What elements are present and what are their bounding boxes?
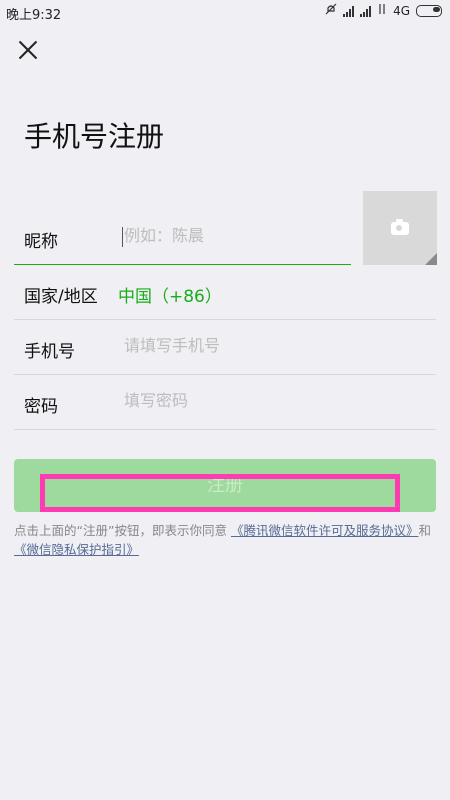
country-label: 国家/地区 [24,287,98,307]
avatar-upload-button[interactable] [363,191,437,265]
battery-icon [416,4,442,17]
nickname-label: 昵称 [24,232,58,252]
nickname-input[interactable] [124,226,344,245]
agreement-text: 点击上面的“注册”按钮，即表示你同意 《腾讯微信软件许可及服务协议》和《微信隐私… [14,521,436,559]
text-cursor [122,227,123,247]
privacy-guide-link[interactable]: 《微信隐私保护指引》 [14,542,139,557]
password-label: 密码 [24,397,58,417]
phone-input[interactable] [124,336,344,355]
signal-icon-2 [360,5,372,17]
license-agreement-link[interactable]: 《腾讯微信软件许可及服务协议》 [231,523,419,538]
register-button[interactable]: 注册 [14,459,436,512]
camera-icon [391,219,409,235]
password-input[interactable] [124,391,344,410]
country-selector[interactable]: 国家/地区 中国（+86） [14,265,436,320]
mute-icon [325,3,337,18]
agreement-and: 和 [418,523,431,538]
network-type: 4G [393,3,410,18]
phone-row: 手机号 [14,320,436,375]
agreement-prefix: 点击上面的“注册”按钮，即表示你同意 [14,523,227,538]
page-title: 手机号注册 [24,120,165,153]
status-bar: 晚上9:32 4G [0,0,450,23]
nickname-row: 昵称 [14,210,351,265]
status-icons: 4G [325,3,442,18]
signal-icon-1 [343,5,355,17]
corner-triangle-icon [425,253,437,265]
status-time: 晚上9:32 [6,8,62,23]
close-button[interactable] [14,36,42,64]
country-value: 中国（+86） [118,287,222,307]
password-row: 密码 [14,375,436,430]
phone-label: 手机号 [24,342,75,362]
data-transfer-icon [377,3,387,18]
